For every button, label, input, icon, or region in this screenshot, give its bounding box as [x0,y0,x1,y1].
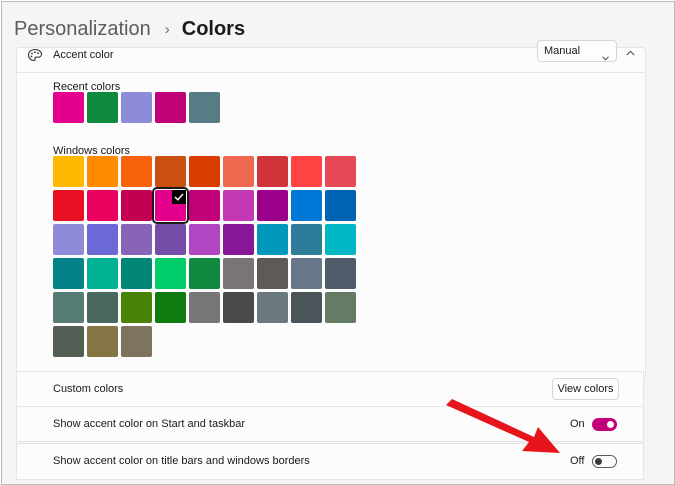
windows-color-swatch[interactable] [53,224,84,255]
recent-color-swatch[interactable] [53,92,84,123]
windows-color-swatch[interactable] [53,326,84,357]
windows-color-swatch[interactable] [325,258,356,289]
windows-color-swatch[interactable] [155,224,186,255]
windows-color-swatch[interactable] [87,292,118,323]
breadcrumb: Personalization › Colors [14,14,245,44]
chevron-down-icon [602,48,609,61]
windows-color-swatch[interactable] [189,156,220,187]
toggle-knob [595,458,602,465]
recent-color-swatch[interactable] [155,92,186,123]
chevron-right-icon: › [164,20,170,38]
windows-color-swatch[interactable] [155,292,186,323]
windows-color-swatch[interactable] [87,190,118,221]
windows-color-swatch[interactable] [223,190,254,221]
windows-color-swatch[interactable] [121,258,152,289]
title-bars-state: Off [570,455,585,467]
settings-window: Personalization › Colors Accent color Ma… [1,1,675,485]
windows-color-swatch[interactable] [53,190,84,221]
view-colors-button[interactable]: View colors [552,378,619,400]
windows-color-swatch[interactable] [257,258,288,289]
windows-color-swatch[interactable] [291,292,322,323]
windows-color-swatch[interactable] [87,326,118,357]
windows-color-swatch[interactable] [121,190,152,221]
windows-color-swatch[interactable] [53,156,84,187]
page-title: Colors [181,17,246,40]
collapse-section-button[interactable] [623,46,637,60]
windows-color-swatch[interactable] [291,224,322,255]
custom-colors-label: Custom colors [53,383,124,395]
windows-color-swatch[interactable] [223,224,254,255]
windows-color-swatch[interactable] [87,156,118,187]
start-taskbar-state: On [570,418,585,430]
palette-icon [27,48,43,62]
windows-color-swatch[interactable] [223,156,254,187]
windows-color-swatch[interactable] [53,258,84,289]
start-taskbar-label: Show accent color on Start and taskbar [53,418,245,430]
accent-mode-dropdown[interactable]: Manual [537,40,617,62]
recent-color-swatch[interactable] [87,92,118,123]
windows-color-swatch[interactable] [291,258,322,289]
title-bars-label: Show accent color on title bars and wind… [53,455,310,467]
checkmark-icon [172,190,186,204]
accent-color-panel: Accent color Manual Recent colors Window… [16,40,646,379]
windows-color-swatch[interactable] [189,258,220,289]
windows-color-swatch[interactable] [87,258,118,289]
annotation-arrow-icon [446,399,560,453]
windows-color-swatch[interactable] [152,187,189,224]
accent-mode-value: Manual [544,45,581,57]
toggle-knob [607,421,614,428]
title-bars-toggle[interactable] [592,455,617,468]
windows-color-swatch[interactable] [325,156,356,187]
windows-color-swatch[interactable] [189,224,220,255]
windows-color-swatch[interactable] [121,224,152,255]
windows-color-swatch[interactable] [53,292,84,323]
start-taskbar-toggle[interactable] [592,418,617,431]
breadcrumb-personalization[interactable]: Personalization [14,18,151,41]
windows-color-swatch[interactable] [189,292,220,323]
windows-color-swatch[interactable] [257,190,288,221]
windows-color-swatch[interactable] [155,156,186,187]
windows-color-swatch[interactable] [325,190,356,221]
windows-color-swatch[interactable] [325,292,356,323]
windows-color-swatch[interactable] [155,258,186,289]
accent-color-row[interactable]: Accent color Manual [17,40,645,73]
windows-color-swatch[interactable] [223,258,254,289]
windows-color-swatch[interactable] [121,156,152,187]
windows-color-swatch[interactable] [189,190,220,221]
recent-color-swatch[interactable] [121,92,152,123]
windows-color-swatch[interactable] [121,292,152,323]
accent-color-label: Accent color [53,49,114,61]
recent-color-swatch[interactable] [189,92,220,123]
windows-color-swatch[interactable] [257,156,288,187]
windows-color-swatch[interactable] [291,190,322,221]
windows-color-swatch[interactable] [257,224,288,255]
windows-color-swatch[interactable] [325,224,356,255]
windows-color-swatch[interactable] [87,224,118,255]
windows-color-swatch[interactable] [291,156,322,187]
windows-color-swatch[interactable] [257,292,288,323]
chevron-up-icon [625,50,635,56]
windows-color-swatch[interactable] [121,326,152,357]
windows-color-swatch[interactable] [223,292,254,323]
